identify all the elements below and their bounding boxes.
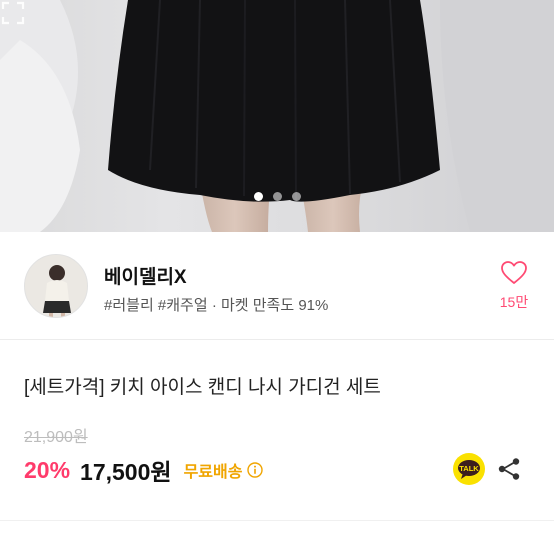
product-title: [세트가격] 키치 아이스 캔디 나시 가디건 세트 [24,377,381,398]
gallery-dot[interactable] [253,192,263,201]
info-icon[interactable] [247,462,264,478]
original-price: 21,900원 [24,429,88,446]
kakao-talk-icon: TALK [458,460,480,479]
seller-tags: #러블리 #캐주얼 · 마켓 만족도 91% [104,297,329,314]
kakao-talk-label: TALK [459,464,479,473]
gallery-dot[interactable] [272,192,282,201]
seller-avatar[interactable] [24,254,88,318]
gallery-page-indicator [0,192,554,201]
avatar-image [25,255,87,317]
gallery-dot[interactable] [291,192,301,201]
product-image[interactable] [0,0,554,232]
like-button[interactable]: 15만 [494,260,534,312]
fullscreen-icon[interactable] [0,0,26,26]
section-divider [0,520,554,554]
sale-price: 17,500원 [80,459,172,485]
like-count: 15만 [499,294,529,310]
heart-icon [501,261,527,284]
share-icon[interactable] [496,456,522,482]
kakao-talk-button[interactable]: TALK [453,453,485,485]
shipping-badge: 무료배송 [183,464,243,481]
seller-name[interactable]: 베이델리X [104,262,187,289]
seller-section: 베이델리X #러블리 #캐주얼 · 마켓 만족도 91% 15만 [0,232,554,340]
price-row: 20% 17,500원 무료배송 [24,454,264,486]
discount-rate: 20% [24,456,71,483]
